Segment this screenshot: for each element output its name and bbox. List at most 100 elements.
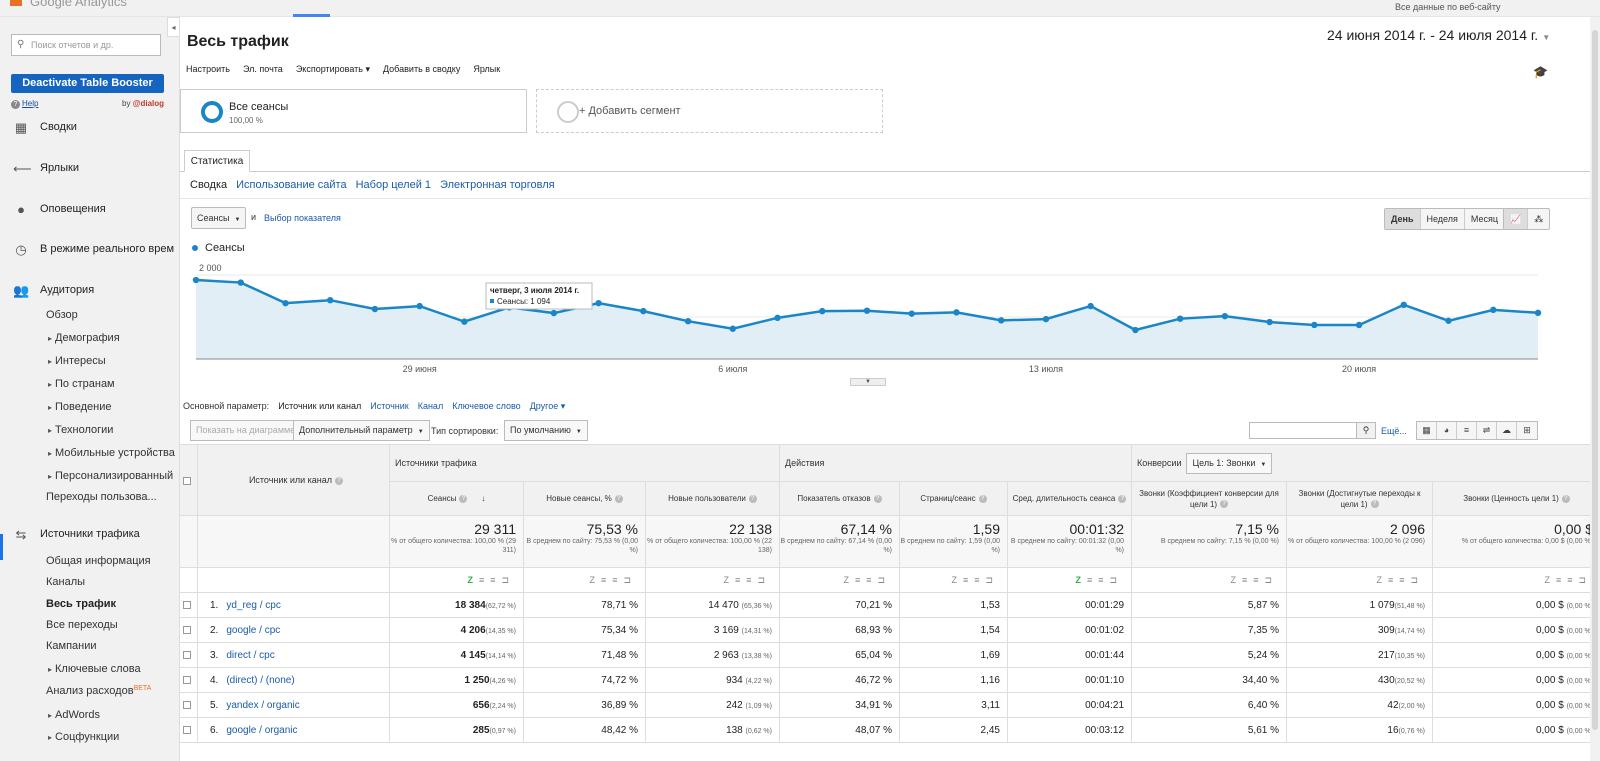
row-checkbox[interactable] [180,642,198,668]
col-header-2[interactable]: Новые пользователи? [645,481,780,516]
sidebar-subitem[interactable]: Все переходы [46,619,118,631]
period-button-0[interactable]: День [1385,209,1421,229]
collapse-sidebar-button[interactable]: ◂ [167,17,180,37]
segment-all-sessions[interactable]: Все сеансы 100,00 % [180,89,527,133]
sidebar-subitem[interactable]: Соцфункции [48,731,119,743]
data-point[interactable] [416,302,423,310]
data-point[interactable] [819,307,826,315]
dimension-option[interactable]: Канал [418,401,443,411]
toolbar-item-0[interactable]: Настроить [186,64,230,74]
column-tools[interactable]: Z≡≡⊐ [899,567,1008,593]
data-point[interactable] [595,299,602,307]
site-view-label[interactable]: Все данные по веб-сайту [1395,2,1501,12]
report-search-input[interactable]: ⚲ Поиск отчетов и др. [11,34,161,56]
toolbar-item-1[interactable]: Эл. почта [243,64,283,74]
dimension-option[interactable]: Ключевое слово [452,401,520,411]
data-point[interactable] [998,317,1005,324]
deactivate-table-booster-button[interactable]: Deactivate Table Booster [11,74,164,93]
data-point[interactable] [550,309,558,317]
subtab-2[interactable]: Набор целей 1 [356,179,431,191]
col-header-7[interactable]: Звонки (Достигнутые переходы к цели 1)? [1286,481,1434,516]
metric-select[interactable]: Сеансы ▼ [191,207,246,229]
data-point[interactable] [640,307,647,315]
data-point[interactable] [1087,302,1094,310]
sidebar-item-1[interactable]: ⟵ Ярлыки [0,158,179,180]
column-tools[interactable]: Z≡≡⊐ [779,567,900,593]
add-segment-button[interactable]: + Добавить сегмент [536,89,883,133]
data-point[interactable] [729,325,736,332]
sidebar-subitem[interactable]: Анализ расходовBETA [46,685,151,697]
sidebar-subitem[interactable]: Кампании [46,640,97,652]
sidebar-subitem[interactable]: Переходы пользова... [46,491,157,503]
column-tools[interactable]: Z≡≡⊐ [523,567,646,593]
data-point[interactable] [684,318,692,325]
help-link[interactable]: ? Help [11,99,38,109]
data-point[interactable] [1176,315,1184,322]
sidebar-item-4[interactable]: 👥 Аудитория [0,280,179,302]
col-header-0[interactable]: Сеансы? ↓ [389,481,524,516]
term-cloud-icon[interactable]: ☁ [1497,422,1517,439]
column-tools[interactable]: Z≡≡⊐ [389,567,524,593]
table-filter-input[interactable] [1249,422,1357,439]
data-point[interactable] [953,309,960,316]
data-point[interactable] [1311,321,1318,329]
sidebar-subitem[interactable]: Персонализированный [48,470,173,482]
column-tools[interactable]: Z≡≡⊐ [1131,567,1288,593]
source-link[interactable]: 1. yd_reg / cpc [197,592,390,618]
advanced-filter-link[interactable]: Ещё... [1381,426,1407,436]
source-link[interactable]: 2. google / cpc [197,617,390,643]
sidebar-subitem[interactable]: Демография [48,332,120,344]
data-point[interactable] [1221,312,1229,320]
source-link[interactable]: 3. direct / cpc [197,642,390,668]
col-header-3[interactable]: Показатель отказов? [779,481,900,516]
period-button-1[interactable]: Неделя [1421,209,1465,229]
period-button-2[interactable]: Месяц [1465,209,1504,229]
data-point[interactable] [282,299,289,307]
data-point[interactable] [908,310,915,317]
source-link[interactable]: 4. (direct) / (none) [197,667,390,693]
sidebar-subitem[interactable]: Интересы [48,355,106,367]
sidebar-subitem[interactable]: Общая информация [46,555,151,567]
source-link[interactable]: 6. google / organic [197,717,390,743]
sidebar-subitem[interactable]: Мобильные устройства [48,447,175,459]
sidebar-subitem[interactable]: Обзор [46,309,78,321]
toolbar-item-4[interactable]: Ярлык [473,64,500,74]
date-range-picker[interactable]: 24 июня 2014 г. - 24 июля 2014 г. ▼ [1327,27,1550,43]
data-point[interactable] [1132,326,1139,334]
row-checkbox[interactable] [180,667,198,693]
data-view-icon[interactable]: ▦ [1417,422,1437,439]
data-point[interactable] [863,307,871,314]
toolbar-item-2[interactable]: Экспортировать ▾ [296,64,370,74]
line-chart-icon[interactable]: 📈 [1504,209,1529,229]
data-point[interactable] [1042,315,1050,323]
sidebar-subitem[interactable]: Весь трафик [46,598,116,610]
sidebar-subitem[interactable]: По странам [48,378,115,390]
column-tools[interactable]: Z≡≡⊐ [1006,567,1133,593]
col-header-5[interactable]: Сред. длительность сеанса? [1006,481,1133,516]
pivot-view-icon[interactable]: ⊞ [1517,422,1537,439]
data-point[interactable] [1355,321,1363,329]
sidebar-subitem[interactable]: Технологии [48,424,113,436]
sidebar-subitem[interactable]: Поведение [48,401,112,413]
select-all-checkbox[interactable] [180,444,198,516]
row-checkbox[interactable] [180,717,198,743]
sort-type-select[interactable]: По умолчанию ▼ [504,420,588,441]
source-link[interactable]: 5. yandex / organic [197,692,390,718]
table-search-button[interactable]: ⚲ [1356,422,1376,439]
col-header-8[interactable]: Звонки (Ценность цели 1)? [1432,481,1600,516]
col-header-4[interactable]: Страниц/сеанс? [899,481,1008,516]
data-point[interactable] [1490,306,1497,314]
sidebar-item-traffic[interactable]: ⇆ Источники трафика [0,524,179,546]
secondary-dimension-select[interactable]: Дополнительный параметр ▼ [293,420,430,441]
data-point[interactable] [192,276,200,284]
data-point[interactable] [1266,318,1273,326]
column-tools[interactable]: Z≡≡⊐ [1432,567,1600,593]
motion-chart-icon[interactable]: ⁂ [1528,209,1549,229]
sidebar-subitem[interactable]: Ключевые слова [48,663,141,675]
sidebar-item-2[interactable]: ● Оповещения [0,199,179,221]
dimension-option[interactable]: Другое ▾ [530,401,566,411]
sidebar-subitem[interactable]: Каналы [46,576,85,588]
scrollbar-thumb[interactable] [1592,30,1598,730]
row-checkbox[interactable] [180,592,198,618]
data-point[interactable] [371,305,379,313]
